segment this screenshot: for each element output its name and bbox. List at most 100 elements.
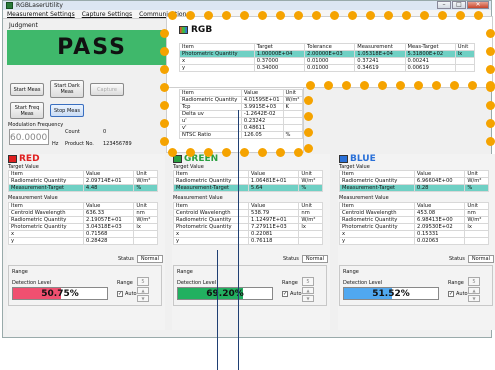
blue-status: Status Normal bbox=[449, 255, 494, 263]
measurement-value-label: Measurement Value bbox=[8, 195, 58, 201]
table-cell bbox=[454, 57, 476, 65]
green-auto-checkbox[interactable]: ✓ Auto bbox=[282, 291, 302, 297]
table-cell: 2.00000E+03 bbox=[304, 50, 356, 58]
red-auto-checkbox[interactable]: ✓ Auto bbox=[117, 291, 137, 297]
table-cell: Radiometric Quantity bbox=[179, 96, 242, 104]
product-no-value: 123456789 bbox=[103, 141, 132, 147]
table-cell: 0.00619 bbox=[404, 64, 456, 72]
table-row: Tcp 3.9915E+03 K bbox=[179, 103, 303, 111]
blue-range-field[interactable]: 5 bbox=[468, 277, 480, 286]
callout-border-dot bbox=[204, 11, 213, 20]
table-cell bbox=[298, 230, 323, 238]
menu-capture-settings[interactable]: Capture Settings bbox=[82, 10, 132, 18]
product-no-label: Product No. bbox=[65, 141, 94, 147]
menu-measurement-settings[interactable]: Measurement Settings bbox=[7, 10, 75, 18]
down-arrow-icon[interactable]: ▼ bbox=[468, 295, 480, 302]
blue-range-group: Range Detection Level 51.52% Range 5 ✓ Auto ▲ ▼ bbox=[339, 265, 493, 306]
up-arrow-icon[interactable]: ▲ bbox=[302, 287, 314, 294]
down-arrow-icon[interactable]: ▼ bbox=[302, 295, 314, 302]
red-range-field[interactable]: 5 bbox=[137, 277, 149, 286]
rgb-title: RGB bbox=[191, 25, 213, 35]
column-header: Item bbox=[339, 170, 415, 178]
detection-level-label: Detection Level bbox=[12, 280, 52, 286]
count-label: Count bbox=[65, 129, 80, 135]
table-row: x 0.22081 bbox=[172, 230, 323, 238]
callout-border-dot bbox=[258, 11, 267, 20]
callout-border-dot bbox=[348, 11, 357, 20]
status-value: Normal bbox=[467, 255, 494, 263]
table-cell: W/m² bbox=[133, 216, 158, 224]
column-header: Item bbox=[179, 43, 255, 51]
table-cell: u' bbox=[179, 117, 242, 125]
callout-border-dot bbox=[160, 83, 169, 92]
table-cell: 4.48 bbox=[82, 184, 135, 192]
red-color-icon bbox=[8, 154, 17, 163]
up-arrow-icon[interactable]: ▲ bbox=[137, 287, 149, 294]
table-cell bbox=[464, 230, 489, 238]
start-dark-meas-button[interactable]: Start Dark Meas bbox=[50, 80, 84, 98]
table-cell: Radiometric Quantity bbox=[339, 177, 415, 185]
table-cell: 0.34000 bbox=[253, 64, 306, 72]
table-row: Radiometric Quantity 2.09714E+01 W/m² bbox=[8, 177, 158, 185]
callout-border-dot bbox=[414, 81, 423, 90]
table-cell: Delta uv bbox=[179, 110, 242, 118]
blue-range-stepper[interactable]: ▲ ▼ bbox=[468, 287, 480, 302]
table-row: Radiometric Quantity 2.19057E+01 W/m² bbox=[7, 216, 158, 224]
green-range-stepper[interactable]: ▲ ▼ bbox=[302, 287, 314, 302]
callout-border-dot bbox=[222, 11, 231, 20]
table-cell: Measurement-Target bbox=[339, 184, 415, 192]
rgb-summary-callout: RGB Item Target Tolerance Measurement Meas-T… bbox=[166, 16, 493, 88]
judgment-result: PASS bbox=[7, 30, 177, 65]
red-status: Status Normal bbox=[118, 255, 163, 263]
callout-border-dot bbox=[330, 11, 339, 20]
minimize-button[interactable]: – bbox=[437, 1, 451, 9]
callout-border-dot bbox=[402, 11, 411, 20]
up-arrow-icon[interactable]: ▲ bbox=[468, 287, 480, 294]
maximize-button[interactable]: □ bbox=[452, 1, 466, 9]
green-measurement-table: Item Value Unit Centroid Wavelength 538.79 nm… bbox=[172, 202, 323, 245]
column-header: Unit bbox=[133, 202, 158, 210]
blue-measurement-table: Item Value Unit Centroid Wavelength 453.08 nm… bbox=[338, 202, 489, 245]
table-cell: lx bbox=[464, 223, 489, 231]
green-range-group: Range Detection Level 69.20% Range 5 ✓ Auto ▲ ▼ bbox=[173, 265, 327, 306]
status-label: Status bbox=[282, 256, 299, 262]
red-range-stepper[interactable]: ▲ ▼ bbox=[137, 287, 149, 302]
detection-level-label: Detection Level bbox=[177, 280, 217, 286]
callout-border-dot bbox=[160, 119, 169, 128]
table-cell: W/m² bbox=[133, 177, 158, 185]
detection-level-value: 50.75% bbox=[41, 289, 79, 299]
detection-level-value: 51.52% bbox=[372, 289, 410, 299]
column-header: Value bbox=[414, 202, 466, 210]
status-label: Status bbox=[117, 256, 134, 262]
callout-border-dot bbox=[312, 11, 321, 20]
table-cell: K bbox=[282, 103, 303, 111]
column-header: Unit bbox=[282, 89, 303, 97]
table-cell: 6.98413E+00 bbox=[414, 216, 466, 224]
table-cell: 636.33 bbox=[83, 209, 135, 217]
callout-border-dot bbox=[276, 11, 285, 20]
callout-border-dot bbox=[160, 29, 169, 38]
callout-border-dot bbox=[450, 81, 459, 90]
table-cell: 0.23242 bbox=[240, 117, 284, 125]
close-button[interactable]: ✕ bbox=[467, 1, 489, 9]
capture-button[interactable]: Capture bbox=[90, 83, 124, 96]
table-row: Radiometric Quantity 6.96604E+00 W/m² bbox=[339, 177, 489, 185]
green-panel: GREEN Target Value Item Value Unit Radiometri… bbox=[172, 154, 330, 330]
down-arrow-icon[interactable]: ▼ bbox=[137, 295, 149, 302]
color-metrics-callout: Item Value Unit Radiometric Quantity 4.01595… bbox=[166, 87, 304, 153]
table-row: y 0.28428 bbox=[7, 237, 158, 245]
table-cell: x bbox=[7, 230, 85, 238]
table-header-row: Item Value Unit bbox=[8, 170, 158, 178]
blue-auto-checkbox[interactable]: ✓ Auto bbox=[448, 291, 468, 297]
table-row: x 0.71568 bbox=[7, 230, 158, 238]
table-cell: 6.96604E+00 bbox=[413, 177, 466, 185]
start-freq-meas-button[interactable]: Start Freq Meas bbox=[10, 102, 44, 119]
table-cell: 1.06481E+01 bbox=[247, 177, 300, 185]
table-cell: lx bbox=[454, 50, 476, 58]
red-range-group: Range Detection Level 50.75% Range 5 ✓ Auto ▲ ▼ bbox=[8, 265, 162, 306]
stop-meas-button[interactable]: Stop Meas bbox=[50, 104, 84, 117]
modulation-frequency-field[interactable]: 60.0000 bbox=[9, 129, 49, 145]
green-range-field[interactable]: 5 bbox=[302, 277, 314, 286]
table-cell bbox=[133, 237, 158, 245]
start-meas-button[interactable]: Start Meas bbox=[10, 83, 44, 96]
